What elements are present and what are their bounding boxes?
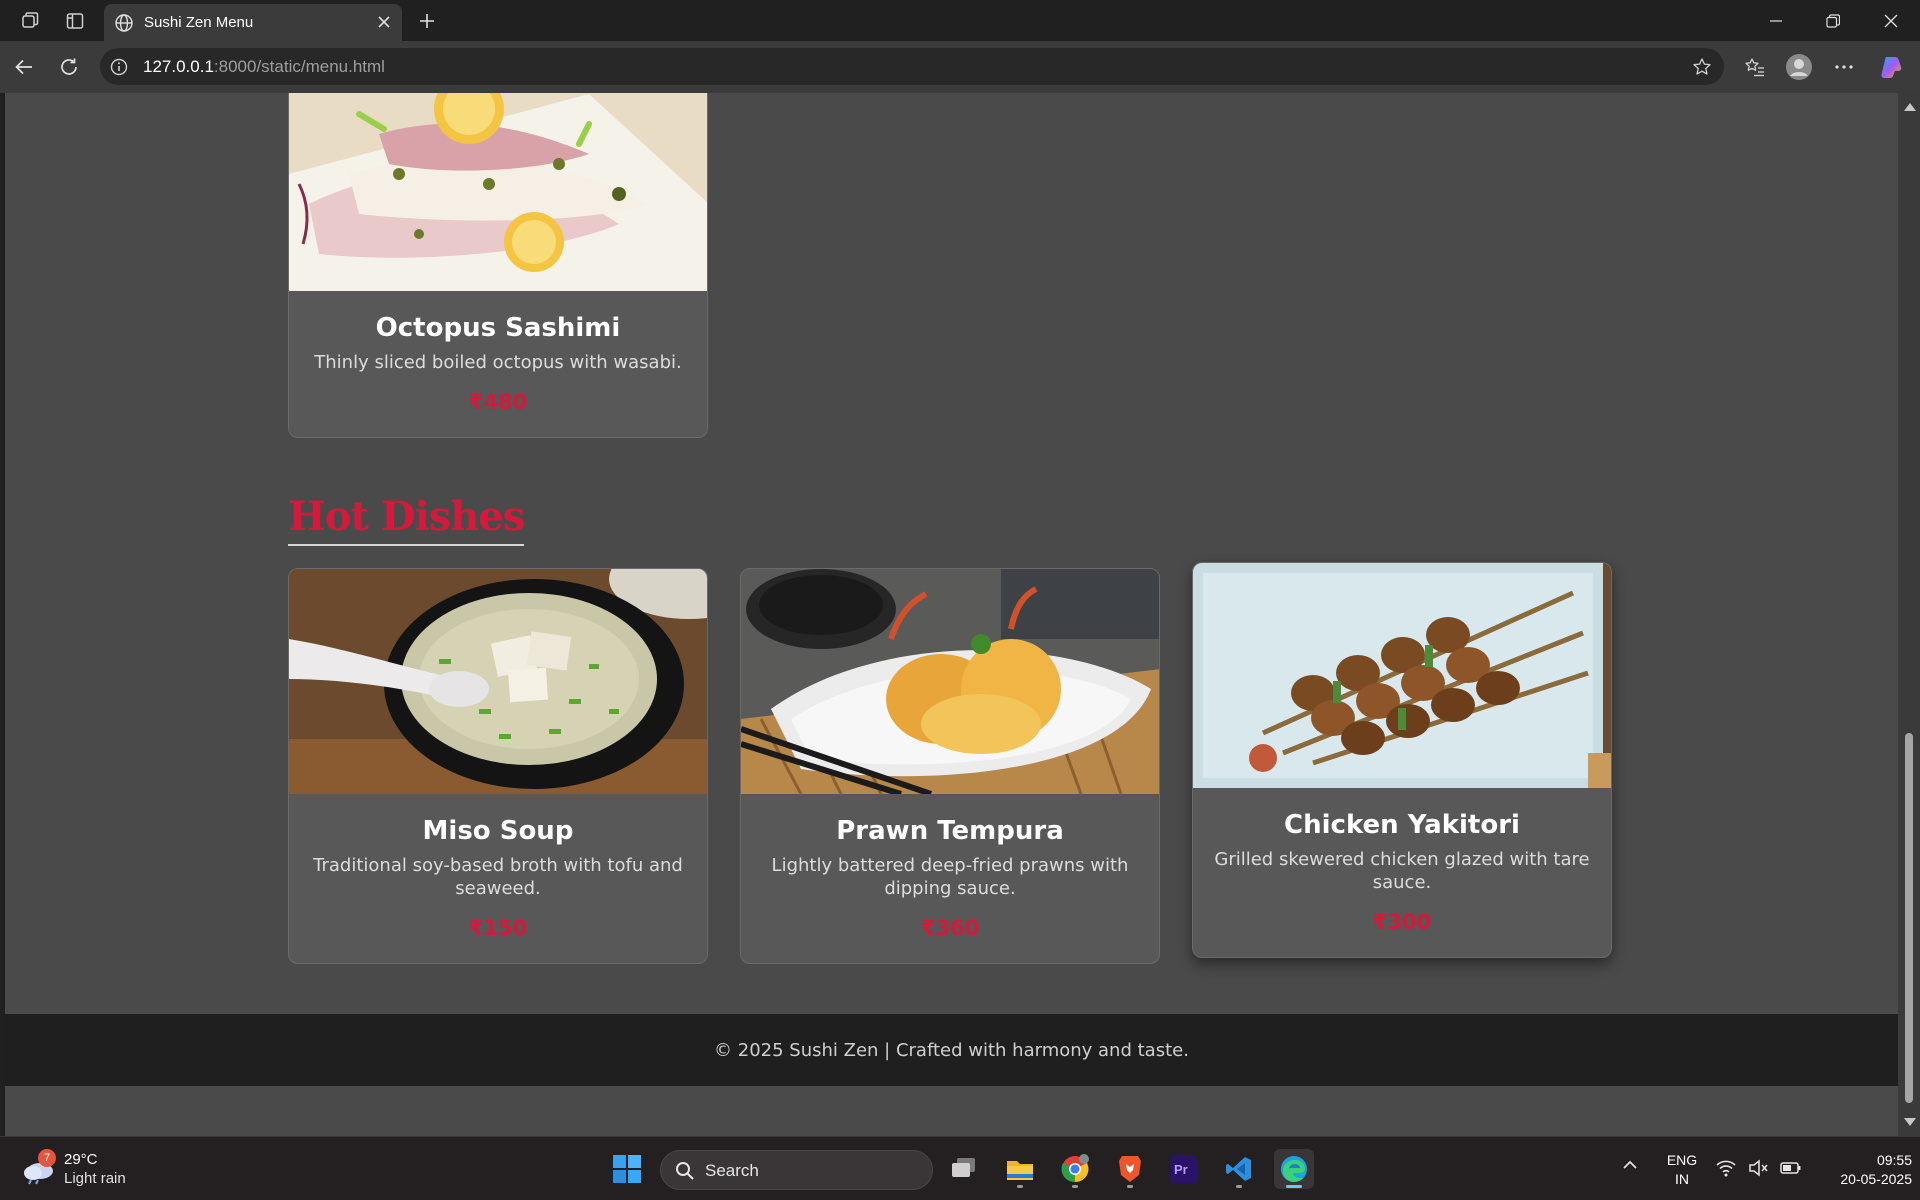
search-icon — [675, 1161, 695, 1181]
system-tray[interactable] — [1716, 1159, 1802, 1177]
dish-name: Octopus Sashimi — [375, 313, 621, 343]
dish-name: Miso Soup — [422, 816, 574, 846]
weather-widget[interactable]: 7 29°C Light rain — [22, 1149, 162, 1191]
running-indicator — [1286, 1185, 1302, 1188]
dish-price: ₹360 — [920, 916, 980, 940]
site-info-icon[interactable] — [110, 58, 128, 76]
premiere-pro-icon[interactable]: Pr — [1164, 1149, 1204, 1189]
page-edge — [0, 93, 5, 1136]
scroll-up-arrow-icon[interactable] — [1904, 103, 1916, 111]
chicken-yakitori-photo — [1193, 563, 1611, 788]
system-clock[interactable]: 09:55 20-05-2025 — [1812, 1151, 1912, 1189]
prawn-tempura-photo — [741, 569, 1159, 794]
page-footer: © 2025 Sushi Zen | Crafted with harmony … — [5, 1014, 1898, 1086]
favorite-star-icon[interactable] — [1692, 57, 1712, 77]
weather-temperature: 29°C — [64, 1151, 98, 1168]
profile-avatar-icon[interactable] — [1785, 53, 1813, 81]
taskbar-search[interactable]: Search — [660, 1150, 933, 1190]
clock-date: 20-05-2025 — [1840, 1171, 1912, 1187]
scrollbar-thumb[interactable] — [1905, 733, 1913, 1103]
tab-sushi-zen-menu[interactable]: Sushi Zen Menu — [104, 4, 402, 41]
url-text: 127.0.0.1:8000/static/menu.html — [143, 57, 385, 76]
footer-text: © 2025 Sushi Zen | Crafted with harmony … — [714, 1039, 1189, 1061]
section-title-hot-dishes: Hot Dishes — [288, 493, 525, 546]
close-tab-icon[interactable] — [376, 14, 392, 30]
page-viewport[interactable]: Octopus Sashimi Thinly sliced boiled oct… — [0, 93, 1920, 1136]
dish-description: Traditional soy-based broth with tofu an… — [313, 855, 683, 899]
minimize-icon[interactable] — [1756, 8, 1796, 34]
windows-taskbar: 7 29°C Light rain Search Pr ENG IN 09:55… — [0, 1136, 1920, 1200]
miso-soup-photo — [289, 569, 707, 794]
windows-start-icon[interactable] — [607, 1149, 647, 1189]
menu-card-octopus-sashimi[interactable]: Octopus Sashimi Thinly sliced boiled oct… — [288, 93, 708, 438]
file-explorer-icon[interactable] — [1000, 1149, 1040, 1189]
dish-price: ₹150 — [468, 916, 528, 940]
battery-icon[interactable] — [1780, 1159, 1802, 1177]
octopus-sashimi-photo — [289, 93, 707, 291]
menu-card-prawn-tempura[interactable]: Prawn Tempura Lightly battered deep-frie… — [740, 568, 1160, 964]
dish-description: Grilled skewered chicken glazed with tar… — [1214, 849, 1590, 893]
workspaces-icon[interactable] — [17, 8, 43, 34]
back-arrow-icon[interactable] — [11, 54, 37, 80]
dish-price: ₹480 — [468, 390, 528, 414]
clock-time: 09:55 — [1876, 1152, 1912, 1168]
restore-icon[interactable] — [1813, 8, 1853, 34]
vscode-icon[interactable] — [1219, 1149, 1259, 1189]
scroll-down-arrow-icon[interactable] — [1904, 1118, 1916, 1126]
dish-name: Prawn Tempura — [836, 816, 1064, 846]
running-indicator — [1127, 1185, 1133, 1188]
close-window-icon[interactable] — [1871, 8, 1911, 34]
task-view-icon[interactable] — [944, 1149, 984, 1189]
refresh-icon[interactable] — [56, 54, 82, 80]
dish-name: Chicken Yakitori — [1284, 810, 1520, 840]
running-indicator — [1072, 1185, 1078, 1188]
tab-title: Sushi Zen Menu — [144, 14, 254, 31]
more-options-icon[interactable] — [1830, 53, 1858, 81]
menu-card-chicken-yakitori[interactable]: Chicken Yakitori Grilled skewered chicke… — [1192, 562, 1612, 958]
running-indicator — [1017, 1185, 1023, 1188]
weather-badge: 7 — [38, 1149, 56, 1167]
wifi-icon[interactable] — [1716, 1159, 1736, 1177]
brave-icon[interactable] — [1110, 1149, 1150, 1189]
search-placeholder: Search — [705, 1161, 759, 1180]
copilot-icon[interactable] — [1878, 53, 1906, 81]
chrome-icon[interactable] — [1055, 1149, 1095, 1189]
language-indicator[interactable]: ENG IN — [1662, 1151, 1702, 1189]
globe-icon — [114, 13, 134, 33]
vertical-tabs-icon[interactable] — [62, 8, 88, 34]
browser-toolbar: 127.0.0.1:8000/static/menu.html — [0, 41, 1920, 93]
dish-price: ₹300 — [1372, 910, 1432, 934]
svg-text:Pr: Pr — [1174, 1162, 1188, 1177]
chevron-up-icon[interactable] — [1622, 1159, 1638, 1171]
new-tab-icon[interactable] — [414, 8, 440, 34]
edge-icon[interactable] — [1274, 1149, 1314, 1189]
lang-line2: IN — [1675, 1171, 1689, 1187]
favorites-icon[interactable] — [1741, 53, 1769, 81]
browser-titlebar: Sushi Zen Menu — [0, 0, 1920, 41]
volume-muted-icon[interactable] — [1748, 1159, 1768, 1177]
lang-line1: ENG — [1666, 1152, 1698, 1168]
weather-description: Light rain — [64, 1170, 126, 1187]
vertical-scrollbar[interactable] — [1898, 93, 1920, 1136]
menu-card-miso-soup[interactable]: Miso Soup Traditional soy-based broth wi… — [288, 568, 708, 964]
running-indicator — [1236, 1185, 1242, 1188]
dish-description: Thinly sliced boiled octopus with wasabi… — [314, 352, 682, 373]
dish-description: Lightly battered deep-fried prawns with … — [771, 855, 1129, 899]
address-bar[interactable]: 127.0.0.1:8000/static/menu.html — [100, 48, 1724, 85]
